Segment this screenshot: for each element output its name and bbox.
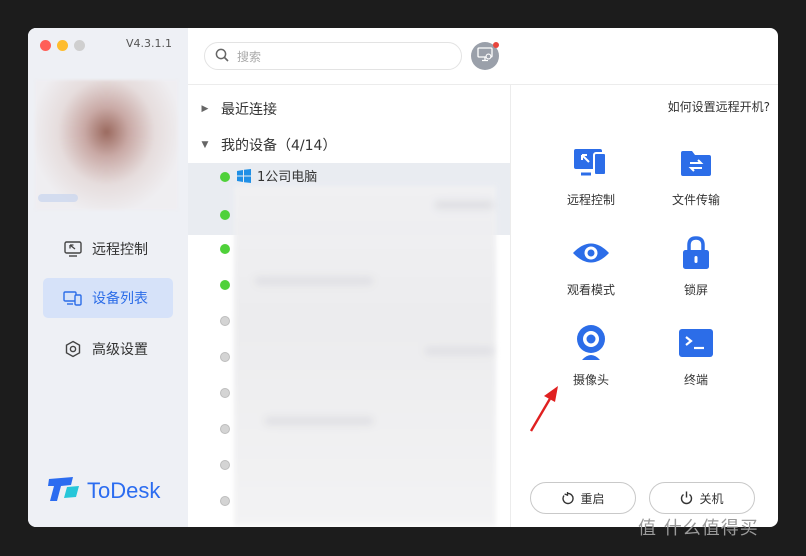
action-label: 锁屏 bbox=[683, 283, 708, 297]
device-name-text: 1公司电脑 bbox=[257, 170, 318, 185]
device-name: 1公司电脑 bbox=[237, 166, 317, 185]
device-action-panel: 如何设置远程开机? 远程控制 文件传输 观看模式 锁屏 摄像头 终端 重启 关机 bbox=[511, 85, 778, 527]
remote-control-action[interactable]: 远程控制 bbox=[548, 143, 634, 213]
sidebar-item-remote-control[interactable]: 远程控制 bbox=[43, 229, 173, 269]
monitor-settings-icon bbox=[477, 46, 493, 66]
restart-icon bbox=[561, 491, 575, 505]
lock-screen-action[interactable]: 锁屏 bbox=[653, 233, 739, 303]
sidebar: V4.3.1.1 远程控制 设备列表 高级设置 ToDesk bbox=[28, 28, 188, 527]
file-transfer-action[interactable]: 文件传输 bbox=[653, 143, 739, 213]
action-label: 观看模式 bbox=[566, 283, 615, 297]
minimize-window-button[interactable] bbox=[57, 40, 68, 51]
action-label: 摄像头 bbox=[572, 373, 609, 387]
avatar-caption-blurred bbox=[38, 194, 78, 202]
notification-dot bbox=[493, 42, 499, 48]
camera-icon bbox=[571, 323, 611, 363]
action-label: 远程控制 bbox=[566, 193, 615, 207]
shutdown-button[interactable]: 关机 bbox=[649, 482, 755, 514]
todesk-logo-text: ToDesk bbox=[87, 478, 161, 503]
restart-label: 重启 bbox=[580, 491, 605, 506]
windows-icon bbox=[237, 168, 251, 183]
eye-icon bbox=[571, 233, 611, 273]
terminal-icon bbox=[676, 323, 716, 363]
sidebar-item-label: 远程控制 bbox=[92, 242, 148, 258]
group-my-devices[interactable]: ▼ 我的设备（4/14） bbox=[188, 130, 510, 160]
group-label: 我的设备（4/14） bbox=[221, 138, 337, 154]
camera-action[interactable]: 摄像头 bbox=[548, 323, 634, 393]
caret-down-icon: ▼ bbox=[201, 140, 209, 150]
watermark: 值 什么值得买 bbox=[638, 518, 759, 539]
blurred-device-names bbox=[234, 186, 496, 526]
search-input[interactable]: 搜索 bbox=[204, 42, 462, 70]
sidebar-item-label: 高级设置 bbox=[92, 342, 148, 358]
lock-icon bbox=[676, 233, 716, 273]
todesk-logo-icon bbox=[47, 475, 81, 507]
restart-button[interactable]: 重启 bbox=[530, 482, 636, 514]
file-transfer-icon bbox=[676, 143, 716, 183]
group-recent-connections[interactable]: ▶ 最近连接 bbox=[188, 94, 510, 124]
settings-hex-icon bbox=[63, 339, 83, 359]
device-list-icon bbox=[63, 288, 83, 308]
online-status-dot bbox=[220, 172, 230, 182]
search-icon bbox=[215, 47, 229, 66]
remote-boot-help-link[interactable]: 如何设置远程开机? bbox=[668, 98, 770, 115]
action-label: 文件传输 bbox=[671, 193, 720, 207]
todesk-logo: ToDesk bbox=[47, 475, 160, 507]
device-list: ▶ 最近连接 ▼ 我的设备（4/14） 1公司电脑 bbox=[188, 85, 510, 527]
remote-monitor-icon bbox=[63, 239, 83, 259]
caret-right-icon: ▶ bbox=[201, 104, 209, 114]
avatar bbox=[35, 80, 178, 210]
offline-status-dot bbox=[220, 352, 230, 362]
offline-status-dot bbox=[220, 316, 230, 326]
offline-status-dot bbox=[220, 496, 230, 506]
online-status-dot bbox=[220, 280, 230, 290]
sidebar-item-label: 设备列表 bbox=[92, 291, 148, 307]
offline-status-dot bbox=[220, 388, 230, 398]
search-placeholder: 搜索 bbox=[237, 49, 262, 64]
shutdown-label: 关机 bbox=[699, 491, 724, 506]
zoom-window-button[interactable] bbox=[74, 40, 85, 51]
close-window-button[interactable] bbox=[40, 40, 51, 51]
app-window: V4.3.1.1 远程控制 设备列表 高级设置 ToDesk 搜索 ▶ 最近连接… bbox=[28, 28, 778, 527]
version-label: V4.3.1.1 bbox=[126, 37, 173, 50]
power-icon bbox=[680, 491, 693, 505]
remote-control-icon bbox=[571, 143, 611, 183]
red-arrow-annotation bbox=[529, 386, 558, 432]
device-monitor-button[interactable] bbox=[471, 42, 499, 70]
terminal-action[interactable]: 终端 bbox=[653, 323, 739, 393]
sidebar-item-advanced-settings[interactable]: 高级设置 bbox=[43, 329, 173, 369]
action-label: 终端 bbox=[683, 373, 708, 387]
group-label: 最近连接 bbox=[221, 102, 277, 118]
online-status-dot bbox=[220, 210, 230, 220]
offline-status-dot bbox=[220, 424, 230, 434]
watch-mode-action[interactable]: 观看模式 bbox=[548, 233, 634, 303]
sidebar-item-device-list[interactable]: 设备列表 bbox=[43, 278, 173, 318]
online-status-dot bbox=[220, 244, 230, 254]
offline-status-dot bbox=[220, 460, 230, 470]
